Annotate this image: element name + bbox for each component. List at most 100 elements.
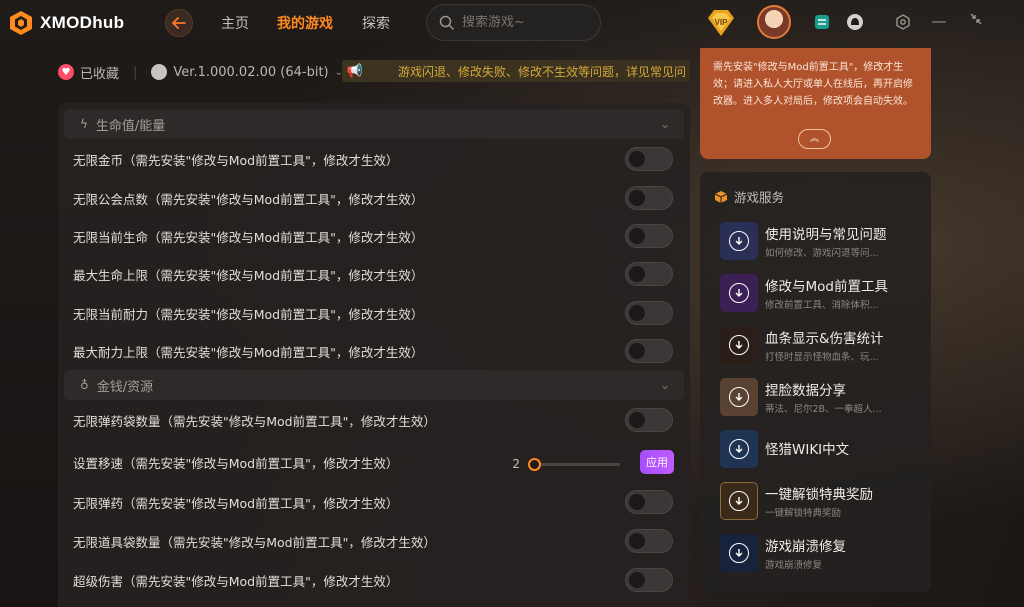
service-thumbnail — [720, 430, 758, 468]
cheat-label: 超级伤害（需先安装"修改与Mod前置工具"，修改才生效） — [73, 573, 399, 589]
cheat-label: 无限道具袋数量（需先安装"修改与Mod前置工具"，修改才生效） — [73, 534, 436, 550]
cheat-row: 最大生命上限（需先安装"修改与Mod前置工具"，修改才生效） — [58, 255, 690, 293]
top-bar: XMODhub 主页 我的游戏 探索 VIP — — [0, 0, 1024, 46]
back-button[interactable] — [165, 9, 193, 37]
services-header: 游戏服务 — [714, 187, 784, 206]
xmod-logo-icon — [10, 11, 32, 35]
cheat-label: 无限金币（需先安装"修改与Mod前置工具"，修改才生效） — [73, 152, 399, 168]
service-item[interactable]: 修改与Mod前置工具修改前置工具、消除体积... — [720, 273, 920, 313]
section-header-money[interactable]: ♁ 金钱/资源 ⌄ — [64, 370, 684, 400]
service-item[interactable]: 捏脸数据分享 蒂法、尼尔2B、一拳超人... — [720, 377, 920, 417]
app-logo[interactable]: XMODhub — [8, 10, 124, 36]
service-thumbnail — [720, 482, 758, 520]
lightning-icon: ϟ — [80, 117, 88, 131]
steam-icon — [151, 64, 168, 80]
download-icon — [729, 231, 749, 251]
search-box[interactable] — [426, 4, 601, 41]
services-title: 游戏服务 — [734, 190, 785, 205]
service-item[interactable]: 使用说明与常见问题 如何修改、游戏闪退等问... — [720, 221, 920, 261]
nav-my-games[interactable]: 我的游戏 — [277, 13, 333, 33]
service-subtitle: 打怪时显示怪物血条、玩... — [765, 352, 879, 363]
cheat-row: 超级伤害（需先安装"修改与Mod前置工具"，修改才生效） — [58, 561, 690, 599]
cheat-row: 设置移速（需先安装"修改与Mod前置工具"，修改才生效） 2 应用 — [58, 443, 690, 481]
toggle-switch[interactable] — [625, 262, 673, 286]
cheat-row: 无限公会点数（需先安装"修改与Mod前置工具"，修改才生效） — [58, 179, 690, 217]
slider-thumb[interactable] — [528, 457, 541, 471]
version-select[interactable]: Ver.1.000.02.00 (64-bit) ⌄ — [151, 64, 343, 80]
toggle-switch[interactable] — [625, 408, 673, 432]
toggle-switch[interactable] — [625, 301, 673, 325]
cheat-panel: ϟ 生命值/能量 ⌄ 无限金币（需先安装"修改与Mod前置工具"，修改才生效） … — [58, 103, 690, 607]
download-icon — [729, 491, 749, 511]
service-title: 怪猎WIKI中文 — [765, 442, 850, 458]
cheat-row: 无限金币（需先安装"修改与Mod前置工具"，修改才生效） — [58, 140, 690, 178]
cheat-label: 无限弹药（需先安装"修改与Mod前置工具"，修改才生效） — [73, 495, 399, 511]
download-icon — [729, 439, 749, 459]
toggle-switch[interactable] — [625, 186, 673, 210]
bell-icon[interactable] — [845, 12, 865, 32]
cheat-row: 无限当前耐力（需先安装"修改与Mod前置工具"，修改才生效） — [58, 294, 690, 332]
service-subtitle: 游戏崩溃修复 — [765, 560, 823, 571]
megaphone-icon: 📢 — [346, 63, 364, 79]
service-item[interactable]: 一键解锁特典奖励 一键解锁特典奖励 — [720, 481, 920, 521]
notice-banner[interactable]: 📢 游戏闪退、修改失败、修改不生效等问题，详见常见问 — [342, 60, 690, 82]
service-thumbnail — [720, 222, 758, 260]
service-thumbnail — [720, 326, 758, 364]
toggle-switch[interactable] — [625, 529, 673, 553]
avatar[interactable] — [757, 5, 791, 39]
svg-text:VIP: VIP — [715, 18, 729, 27]
service-thumbnail — [720, 378, 758, 416]
toggle-switch[interactable] — [625, 490, 673, 514]
tip-card: 需先安装"修改与Mod前置工具"，修改才生效；请进入私人大厅或单人在线后，再开启… — [700, 48, 931, 159]
search-input[interactable] — [462, 15, 592, 30]
vip-icon[interactable]: VIP — [704, 8, 738, 38]
section-title: 金钱/资源 — [96, 379, 154, 395]
service-subtitle: 修改前置工具、消除体积... — [765, 300, 879, 311]
download-icon — [729, 335, 749, 355]
cheat-label: 设置移速（需先安装"修改与Mod前置工具"，修改才生效） — [73, 455, 399, 471]
settings-icon[interactable] — [893, 12, 913, 32]
cheat-row: 无限弹药（需先安装"修改与Mod前置工具"，修改才生效） — [58, 483, 690, 521]
cheat-row: 无限弹药袋数量（需先安装"修改与Mod前置工具"，修改才生效） — [58, 401, 690, 439]
minimize-icon[interactable]: — — [931, 12, 947, 30]
game-services-panel: 游戏服务 使用说明与常见问题 如何修改、游戏闪退等问... 修改与Mod前置工具修… — [700, 172, 931, 592]
favorite-toggle[interactable]: ♥ 已收藏 — [58, 63, 119, 82]
service-title: 游戏崩溃修复 — [765, 539, 846, 555]
service-title: 修改与Mod前置工具 — [765, 279, 888, 295]
service-item[interactable]: 怪猎WIKI中文 — [720, 429, 920, 469]
tip-text: 需先安装"修改与Mod前置工具"，修改才生效；请进入私人大厅或单人在线后，再开启… — [713, 62, 913, 107]
speed-slider[interactable]: 2 — [510, 457, 620, 471]
cheat-label: 无限弹药袋数量（需先安装"修改与Mod前置工具"，修改才生效） — [73, 413, 436, 429]
toggle-switch[interactable] — [625, 339, 673, 363]
nav-home[interactable]: 主页 — [221, 13, 249, 33]
chevron-up-icon: ︽ — [809, 133, 819, 144]
toggle-switch[interactable] — [625, 568, 673, 592]
slider-value: 2 — [512, 457, 520, 471]
section-header-health[interactable]: ϟ 生命值/能量 ⌄ — [64, 109, 684, 139]
separator: | — [133, 64, 138, 80]
shrink-icon[interactable] — [968, 12, 984, 30]
nav-explore[interactable]: 探索 — [362, 13, 390, 33]
chat-icon[interactable] — [812, 12, 832, 32]
arrow-left-icon — [172, 17, 186, 29]
cheat-label: 最大耐力上限（需先安装"修改与Mod前置工具"，修改才生效） — [73, 344, 424, 360]
notice-text: 游戏闪退、修改失败、修改不生效等问题，详见常见问 — [398, 64, 687, 79]
service-title: 使用说明与常见问题 — [765, 227, 887, 243]
toggle-switch[interactable] — [625, 224, 673, 248]
info-bar: ♥ 已收藏 | Ver.1.000.02.00 (64-bit) ⌄ — [58, 58, 343, 86]
heart-icon: ♥ — [58, 64, 74, 80]
box-icon — [714, 190, 728, 203]
favorited-label: 已收藏 — [80, 66, 120, 82]
service-title: 捏脸数据分享 — [765, 383, 846, 399]
service-item[interactable]: 游戏崩溃修复 游戏崩溃修复 — [720, 533, 920, 573]
service-subtitle: 一键解锁特典奖励 — [765, 508, 842, 519]
collapse-button[interactable]: ︽ — [798, 129, 831, 149]
service-item[interactable]: 血条显示&伤害统计 打怪时显示怪物血条、玩... — [720, 325, 920, 365]
service-title: 一键解锁特典奖励 — [765, 487, 873, 503]
service-thumbnail — [720, 534, 758, 572]
download-icon — [729, 543, 749, 563]
toggle-switch[interactable] — [625, 147, 673, 171]
cheat-row: 最大耐力上限（需先安装"修改与Mod前置工具"，修改才生效） — [58, 332, 690, 370]
apply-button[interactable]: 应用 — [640, 450, 674, 474]
slider-track[interactable] — [528, 457, 620, 471]
